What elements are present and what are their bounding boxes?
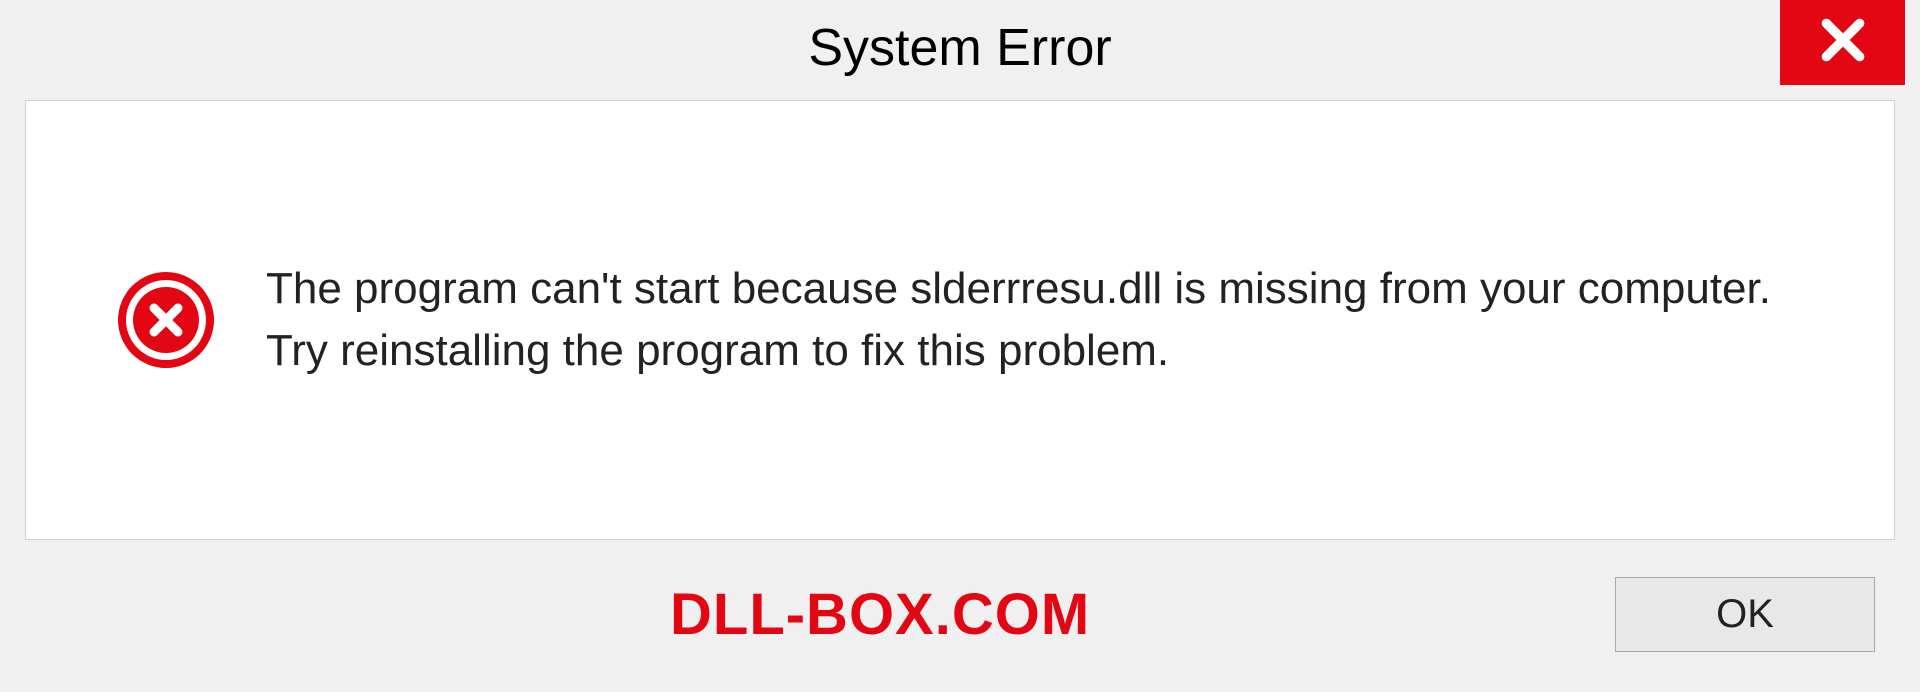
close-button[interactable] [1780, 0, 1905, 85]
ok-button[interactable]: OK [1615, 577, 1875, 652]
dialog-footer: DLL-BOX.COM OK [0, 557, 1920, 692]
dialog-content: The program can't start because slderrre… [25, 100, 1895, 540]
title-bar: System Error [0, 0, 1920, 95]
dialog-title: System Error [808, 18, 1111, 78]
close-icon [1818, 15, 1868, 70]
watermark-text: DLL-BOX.COM [670, 581, 1090, 648]
error-icon [116, 270, 216, 370]
error-message: The program can't start because slderrre… [266, 258, 1834, 381]
